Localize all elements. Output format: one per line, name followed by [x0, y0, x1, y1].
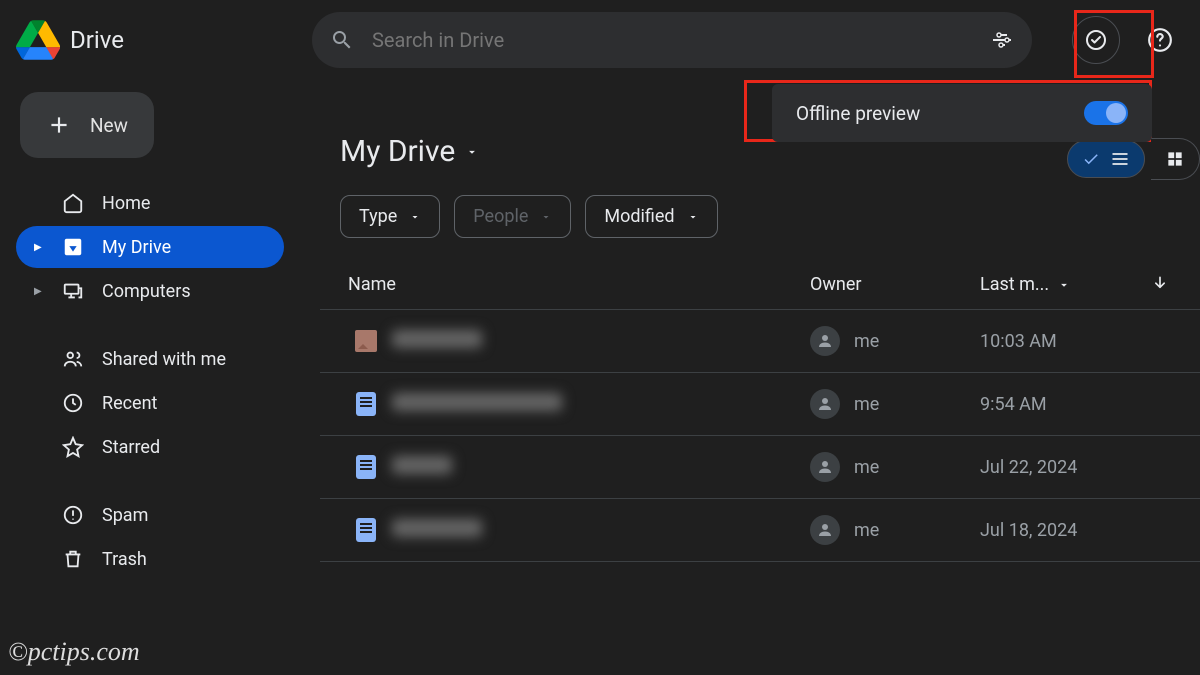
computers-icon [62, 280, 84, 302]
sidebar-label: Computers [102, 281, 191, 302]
home-icon [62, 192, 84, 214]
avatar-icon [810, 389, 840, 419]
file-owner: me [810, 452, 980, 482]
new-button[interactable]: New [20, 92, 154, 158]
chevron-down-icon [1057, 278, 1071, 292]
file-owner: me [810, 326, 980, 356]
clock-icon [62, 392, 84, 414]
file-owner: me [810, 515, 980, 545]
grid-icon [1165, 149, 1185, 169]
column-modified[interactable]: Last m... [980, 274, 1140, 295]
sort-direction[interactable] [1140, 274, 1180, 295]
sidebar-label: Recent [102, 393, 157, 414]
avatar-icon [810, 326, 840, 356]
shared-icon [62, 348, 84, 370]
sidebar-label: Trash [102, 549, 147, 570]
redacted-filename [392, 519, 482, 537]
file-row[interactable]: me10:03 AM [320, 310, 1200, 373]
offline-preview-panel: Offline preview [772, 84, 1152, 142]
help-button[interactable] [1136, 16, 1184, 64]
drive-icon [62, 236, 84, 258]
dropdown-caret-icon[interactable] [465, 145, 479, 159]
drive-logo-icon [16, 20, 60, 60]
chevron-down-icon [409, 211, 421, 223]
logo-area[interactable]: Drive [16, 20, 296, 60]
sidebar-item-spam[interactable]: Spam [16, 494, 284, 536]
chevron-down-icon [540, 211, 552, 223]
file-row[interactable]: me9:54 AM [320, 373, 1200, 436]
arrow-down-icon [1150, 274, 1170, 294]
file-owner: me [810, 389, 980, 419]
search-options-icon[interactable] [990, 28, 1014, 52]
file-modified: Jul 22, 2024 [980, 457, 1140, 478]
image-file-icon [355, 330, 377, 352]
file-name [392, 330, 810, 353]
redacted-filename [392, 456, 452, 474]
file-modified: 10:03 AM [980, 331, 1140, 352]
sidebar-item-starred[interactable]: Starred [16, 426, 284, 468]
view-mode-grid[interactable] [1151, 138, 1200, 180]
file-modified: 9:54 AM [980, 394, 1140, 415]
table-header: Name Owner Last m... [320, 256, 1200, 310]
column-owner[interactable]: Owner [810, 274, 980, 295]
sidebar-label: Shared with me [102, 349, 226, 370]
avatar-icon [810, 452, 840, 482]
page-title[interactable]: My Drive [340, 134, 455, 169]
sidebar-item-my-drive[interactable]: ▶ My Drive [16, 226, 284, 268]
offline-ready-button[interactable] [1072, 16, 1120, 64]
document-file-icon [356, 518, 376, 542]
column-name[interactable]: Name [340, 274, 810, 295]
sidebar: New Home ▶ My Drive ▶ Computers Shared w… [0, 84, 300, 590]
search-bar[interactable] [312, 12, 1032, 68]
spam-icon [62, 504, 84, 526]
new-button-label: New [90, 114, 128, 137]
document-file-icon [356, 392, 376, 416]
sidebar-item-trash[interactable]: Trash [16, 538, 284, 580]
check-icon [1082, 150, 1100, 168]
filter-type[interactable]: Type [340, 195, 440, 238]
sidebar-label: Home [102, 193, 150, 214]
file-name [392, 456, 810, 479]
sidebar-label: My Drive [102, 237, 171, 258]
sidebar-label: Spam [102, 505, 148, 526]
file-name [392, 393, 810, 416]
sidebar-item-recent[interactable]: Recent [16, 382, 284, 424]
sidebar-label: Starred [102, 437, 160, 458]
file-modified: Jul 18, 2024 [980, 520, 1140, 541]
offline-preview-toggle[interactable] [1084, 101, 1128, 125]
redacted-filename [392, 330, 482, 348]
avatar-icon [810, 515, 840, 545]
trash-icon [62, 548, 84, 570]
offline-check-icon [1084, 28, 1108, 52]
offline-preview-label: Offline preview [796, 102, 920, 125]
filter-people[interactable]: People [454, 195, 571, 238]
view-controls [1067, 138, 1200, 180]
sidebar-item-computers[interactable]: ▶ Computers [16, 270, 284, 312]
expand-caret-icon: ▶ [34, 242, 44, 253]
expand-caret-icon: ▶ [34, 286, 44, 297]
file-name [392, 519, 810, 542]
redacted-filename [392, 393, 562, 411]
help-icon [1147, 27, 1173, 53]
sidebar-item-home[interactable]: Home [16, 182, 284, 224]
app-title: Drive [70, 26, 124, 54]
watermark: ©pctips.com [8, 637, 140, 667]
view-mode-list[interactable] [1067, 140, 1145, 178]
star-icon [62, 436, 84, 458]
filter-modified[interactable]: Modified [585, 195, 717, 238]
search-input[interactable] [372, 28, 972, 52]
main-content: Offline preview My Drive Type People Mod… [320, 84, 1200, 675]
search-icon [330, 28, 354, 52]
file-row[interactable]: meJul 22, 2024 [320, 436, 1200, 499]
file-row[interactable]: meJul 18, 2024 [320, 499, 1200, 562]
list-icon [1110, 149, 1130, 169]
plus-icon [46, 112, 72, 138]
document-file-icon [356, 455, 376, 479]
sidebar-item-shared[interactable]: Shared with me [16, 338, 284, 380]
chevron-down-icon [687, 211, 699, 223]
